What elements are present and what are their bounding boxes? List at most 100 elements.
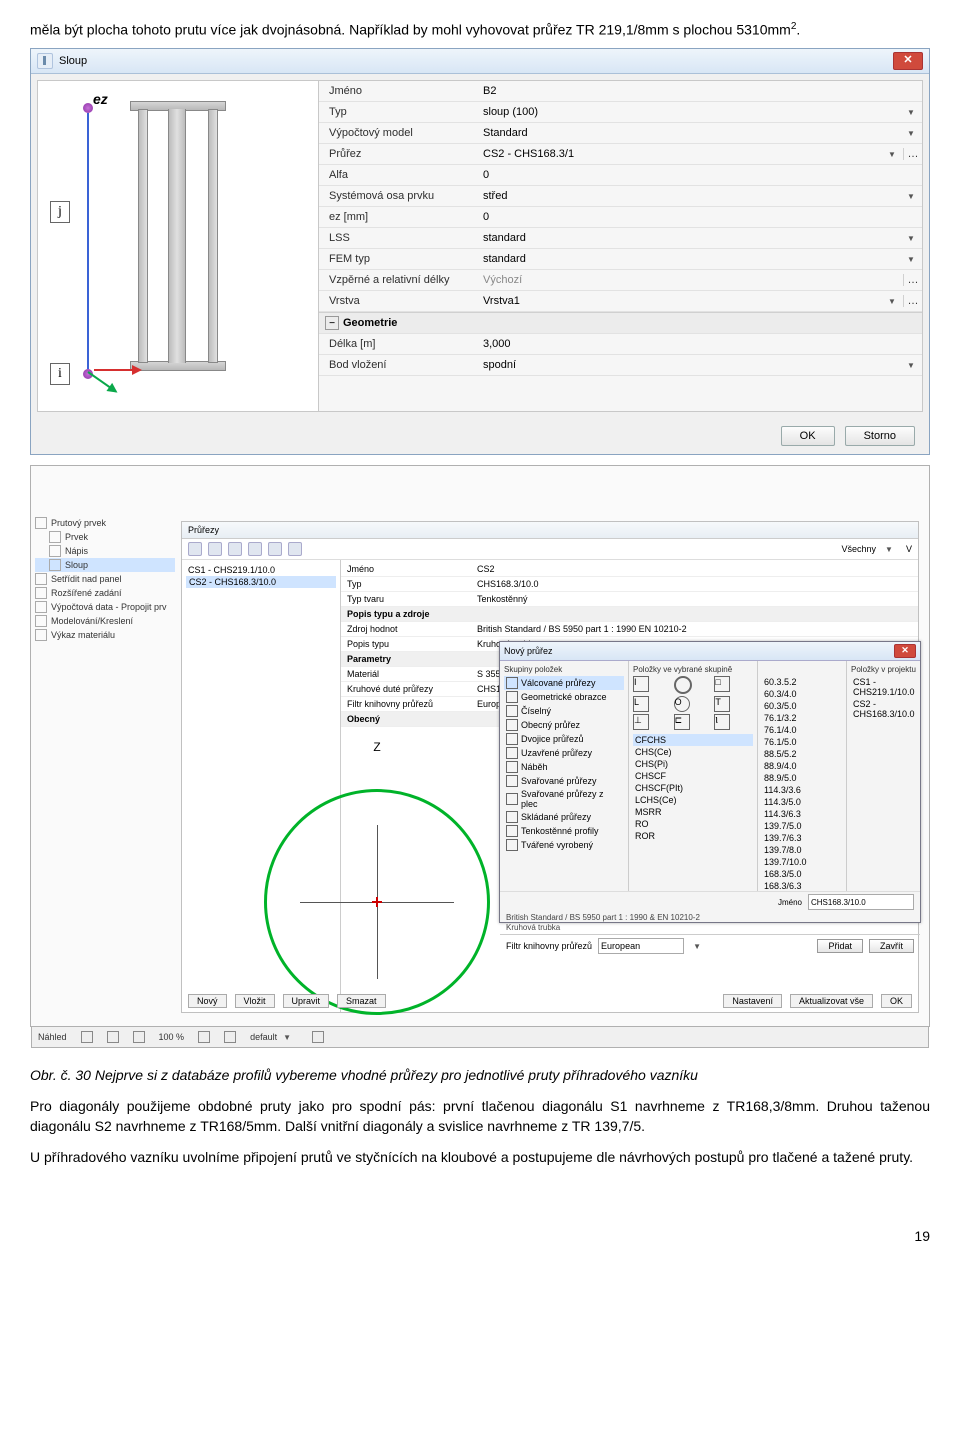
- list-item[interactable]: MSRR: [633, 806, 753, 818]
- column-preview: ez j i: [38, 81, 319, 411]
- shape-icon[interactable]: ⊥: [633, 714, 649, 730]
- sloup-icon: [37, 53, 53, 69]
- sizes-column: 60.3.5.2 60.3/4.0 60.3/5.0 76.1/3.2 76.1…: [758, 661, 847, 891]
- list-item[interactable]: Obecný průřez: [504, 718, 624, 732]
- ellipsis-button[interactable]: …: [903, 295, 922, 307]
- insert-button[interactable]: Vložit: [235, 994, 275, 1008]
- chevron-down-icon[interactable]: ▼: [904, 189, 918, 203]
- shape-icon[interactable]: O: [674, 696, 690, 712]
- shape-icon[interactable]: I: [633, 676, 649, 692]
- filter-combo[interactable]: Všechny: [841, 544, 876, 554]
- list-item[interactable]: Geometrické obrazce: [504, 690, 624, 704]
- shape-icon[interactable]: ⊏: [674, 714, 690, 730]
- j-node-label: j: [50, 201, 70, 223]
- toolbar-icon[interactable]: [188, 542, 202, 556]
- list-item[interactable]: Číselný: [504, 704, 624, 718]
- chevron-down-icon[interactable]: ▼: [690, 939, 704, 953]
- chevron-down-icon[interactable]: ▼: [904, 126, 918, 140]
- toolbar-icon[interactable]: [208, 542, 222, 556]
- delete-button[interactable]: Smazat: [337, 994, 386, 1008]
- list-item[interactable]: CS1 - CHS219.1/10.0: [186, 564, 336, 576]
- toolbar-icon[interactable]: [288, 542, 302, 556]
- zoom-value[interactable]: 100 %: [159, 1032, 185, 1042]
- filter-combo[interactable]: [598, 938, 684, 954]
- chevron-down-icon[interactable]: ▼: [885, 147, 899, 161]
- status-icon[interactable]: [107, 1031, 119, 1043]
- status-icon[interactable]: [312, 1031, 324, 1043]
- chevron-down-icon[interactable]: ▼: [904, 358, 918, 372]
- storno-button[interactable]: Storno: [845, 426, 915, 446]
- toolbar-icon[interactable]: [248, 542, 262, 556]
- chevron-down-icon[interactable]: ▼: [882, 542, 896, 556]
- property-grid: JménoB2 Typsloup (100)▼ Výpočtový modelS…: [319, 81, 922, 411]
- toolbar-icon[interactable]: [228, 542, 242, 556]
- chevron-down-icon[interactable]: ▼: [904, 252, 918, 266]
- list-item[interactable]: CHS(Pi): [633, 758, 753, 770]
- shape-icon[interactable]: Ⲓ: [714, 714, 730, 730]
- settings-button[interactable]: Nastavení: [723, 994, 782, 1008]
- chevron-down-icon[interactable]: ▼: [280, 1030, 294, 1044]
- list-item[interactable]: Tvářené vyrobený: [504, 838, 624, 852]
- status-icon[interactable]: [198, 1031, 210, 1043]
- hollow-circle-icon[interactable]: [674, 676, 692, 694]
- source-text2: Kruhová trubka: [500, 923, 920, 934]
- list-item[interactable]: Svařované průřezy z plec: [504, 788, 624, 810]
- status-icon[interactable]: [133, 1031, 145, 1043]
- list-item[interactable]: LCHS(Ce): [633, 794, 753, 806]
- prurezy-toolbar: Všechny ▼ V: [182, 539, 918, 560]
- list-item[interactable]: CHS(Ce): [633, 746, 753, 758]
- dialog-title-text: Sloup: [59, 55, 87, 67]
- sloup-dialog: Sloup ✕ ez j i JménoB2 Typsloup (100)▼ V…: [30, 48, 930, 455]
- shape-icon[interactable]: T: [714, 696, 730, 712]
- jmeno-input[interactable]: [808, 894, 914, 910]
- shape-icon[interactable]: L: [633, 696, 649, 712]
- list-item[interactable]: Náběh: [504, 760, 624, 774]
- list-item[interactable]: CS2 - CHS168.3/10.0: [186, 576, 336, 588]
- intro-paragraph: měla být plocha tohoto prutu více jak dv…: [30, 20, 930, 40]
- axis-red-icon: [94, 369, 140, 371]
- jmeno-label: Jméno: [778, 898, 802, 907]
- chevron-down-icon[interactable]: ▼: [885, 294, 899, 308]
- list-item[interactable]: Dvojice průřezů: [504, 732, 624, 746]
- close-icon[interactable]: ✕: [893, 52, 923, 70]
- axis-line: [87, 113, 89, 369]
- close-button[interactable]: Zavřít: [869, 939, 914, 953]
- list-item[interactable]: CHSCF(PIt): [633, 782, 753, 794]
- groups-column: Skupiny položek Válcované průřezy Geomet…: [500, 661, 629, 891]
- status-icon[interactable]: [81, 1031, 93, 1043]
- list-item[interactable]: CFCHS: [633, 734, 753, 746]
- list-item[interactable]: CHSCF: [633, 770, 753, 782]
- dialog-title: Nový průřez: [504, 646, 553, 656]
- ellipsis-button[interactable]: …: [903, 148, 922, 160]
- items-column: Položky ve vybrané skupině I □ L O T ⊥ ⊏…: [629, 661, 758, 891]
- list-item[interactable]: Válcované průřezy: [504, 676, 624, 690]
- list-item[interactable]: Tenkostěnné profily: [504, 824, 624, 838]
- ellipsis-button[interactable]: …: [903, 274, 922, 286]
- new-button[interactable]: Nový: [188, 994, 227, 1008]
- add-button[interactable]: Přidat: [817, 939, 863, 953]
- axis-green-icon: [87, 371, 116, 392]
- status-icon[interactable]: [224, 1031, 236, 1043]
- edit-button[interactable]: Upravit: [283, 994, 330, 1008]
- column-graphic: [138, 101, 218, 371]
- toolbar-label: V: [906, 544, 912, 554]
- new-profile-dialog: Nový průřez ✕ Skupiny položek Válcované …: [499, 641, 921, 923]
- list-item[interactable]: Uzavřené průřezy: [504, 746, 624, 760]
- chevron-down-icon[interactable]: ▼: [904, 105, 918, 119]
- ok-button[interactable]: OK: [881, 994, 912, 1008]
- refresh-button[interactable]: Aktualizovat vše: [790, 994, 873, 1008]
- list-item[interactable]: Skládané průřezy: [504, 810, 624, 824]
- body-paragraph: Pro diagonály použijeme obdobné pruty ja…: [30, 1097, 930, 1136]
- list-item[interactable]: ROR: [633, 830, 753, 842]
- shape-icon[interactable]: □: [714, 676, 730, 692]
- toolbar-icon[interactable]: [268, 542, 282, 556]
- status-bar: Náhled 100 % default▼: [31, 1026, 929, 1048]
- intro-text: měla být plocha tohoto prutu více jak dv…: [30, 22, 791, 38]
- layer-combo[interactable]: default: [250, 1032, 277, 1042]
- chevron-down-icon[interactable]: ▼: [904, 231, 918, 245]
- list-item[interactable]: Svařované průřezy: [504, 774, 624, 788]
- close-icon[interactable]: ✕: [894, 644, 916, 658]
- collapse-icon[interactable]: −: [325, 316, 339, 330]
- ok-button[interactable]: OK: [781, 426, 835, 446]
- list-item[interactable]: RO: [633, 818, 753, 830]
